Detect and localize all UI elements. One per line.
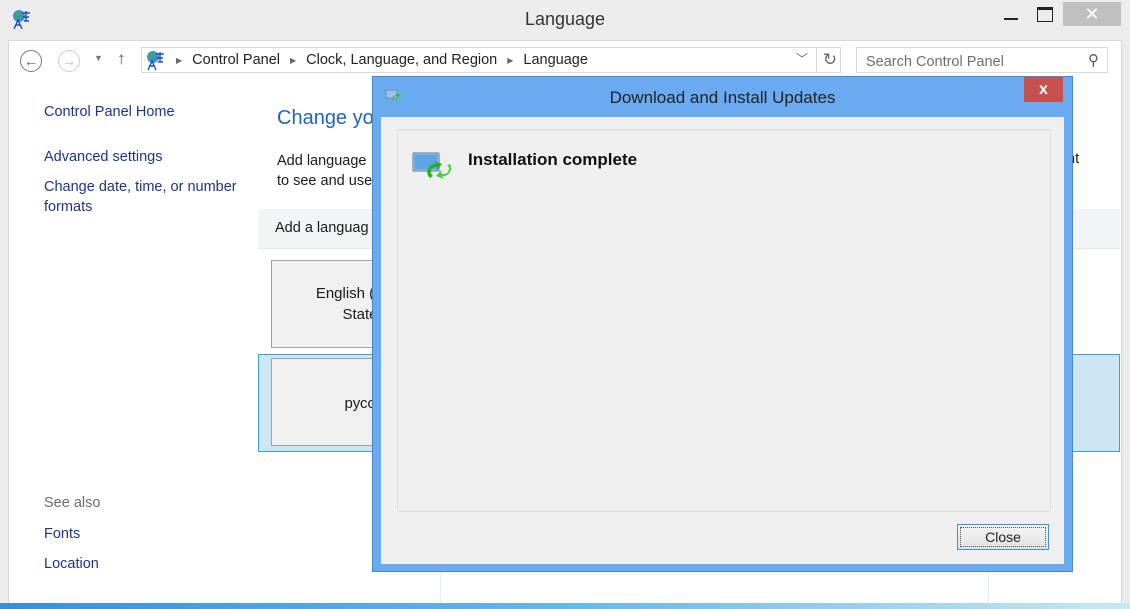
back-button[interactable]: ← (20, 50, 42, 72)
close-icon: x (1039, 80, 1048, 98)
dialog-title: Download and Install Updates (609, 88, 836, 107)
close-button-label: Close (985, 529, 1021, 545)
link-text-line1: Change date, time, or number (44, 179, 237, 195)
refresh-button[interactable]: ↻ (816, 47, 843, 73)
arrow-left-icon: ← (24, 53, 38, 69)
window-title: Language (524, 9, 606, 29)
sidebar-link-change-date-formats[interactable]: Change date, time, or number formats (44, 177, 237, 217)
sidebar-link-fonts[interactable]: Fonts (44, 524, 80, 544)
search-input[interactable]: Search Control Panel ⚲ (856, 47, 1108, 73)
breadcrumb-separator-icon[interactable]: ▶ (507, 56, 513, 65)
sidebar-link-advanced-settings[interactable]: Advanced settings (44, 147, 163, 167)
description-line1: Add language (277, 153, 367, 169)
maximize-icon (1037, 6, 1053, 22)
address-bar[interactable]: ▶ Control Panel ▶ Clock, Language, and R… (141, 47, 841, 73)
navigation-bar: ← → ▼ ↑ ▶ Control Panel ▶ Clock, Languag… (9, 41, 1121, 79)
close-button[interactable]: Close (957, 524, 1049, 550)
column-divider (988, 571, 989, 603)
column-divider (440, 571, 441, 603)
refresh-icon: ↻ (822, 50, 838, 69)
address-dropdown-button[interactable]: ﹀ (792, 50, 812, 67)
see-also-label: See also (44, 495, 101, 511)
add-language-button[interactable]: Add a languag (275, 220, 369, 236)
minimize-icon (1004, 18, 1018, 20)
breadcrumb-control-panel[interactable]: Control Panel (192, 52, 280, 68)
description-line2: to see and use (277, 173, 373, 189)
language-location-icon (147, 51, 164, 71)
title-bar: Language ✕ (0, 0, 1130, 40)
sidebar-link-control-panel-home[interactable]: Control Panel Home (44, 102, 175, 122)
search-placeholder: Search Control Panel (866, 54, 1004, 70)
dialog-body: Installation complete Close (381, 117, 1064, 564)
arrow-up-icon: ↑ (117, 49, 126, 68)
arrow-right-icon: → (62, 53, 76, 69)
taskbar-edge (0, 603, 1130, 609)
breadcrumb-separator-icon[interactable]: ▶ (176, 56, 182, 65)
breadcrumb-separator-icon[interactable]: ▶ (290, 56, 296, 65)
page-title: Change yo (277, 107, 374, 129)
breadcrumb-clock-language-region[interactable]: Clock, Language, and Region (306, 52, 497, 68)
status-panel: Installation complete (397, 129, 1051, 512)
close-window-button[interactable]: ✕ (1063, 2, 1121, 26)
update-complete-icon (412, 152, 452, 179)
search-icon[interactable]: ⚲ (1088, 51, 1099, 69)
chevron-down-icon: ▼ (94, 53, 103, 63)
close-icon: ✕ (1084, 3, 1100, 24)
up-button[interactable]: ↑ (117, 49, 126, 69)
maximize-button[interactable] (1030, 2, 1060, 26)
recent-locations-button[interactable]: ▼ (94, 53, 103, 63)
sidebar-link-location[interactable]: Location (44, 554, 99, 574)
forward-button[interactable]: → (58, 50, 80, 72)
breadcrumb-language[interactable]: Language (523, 52, 588, 68)
link-text-line2: formats (44, 199, 93, 215)
download-install-updates-dialog: Download and Install Updates x Installat… (372, 76, 1073, 572)
installation-status: Installation complete (468, 150, 638, 169)
dialog-close-button[interactable]: x (1024, 77, 1063, 102)
minimize-button[interactable] (996, 2, 1026, 26)
